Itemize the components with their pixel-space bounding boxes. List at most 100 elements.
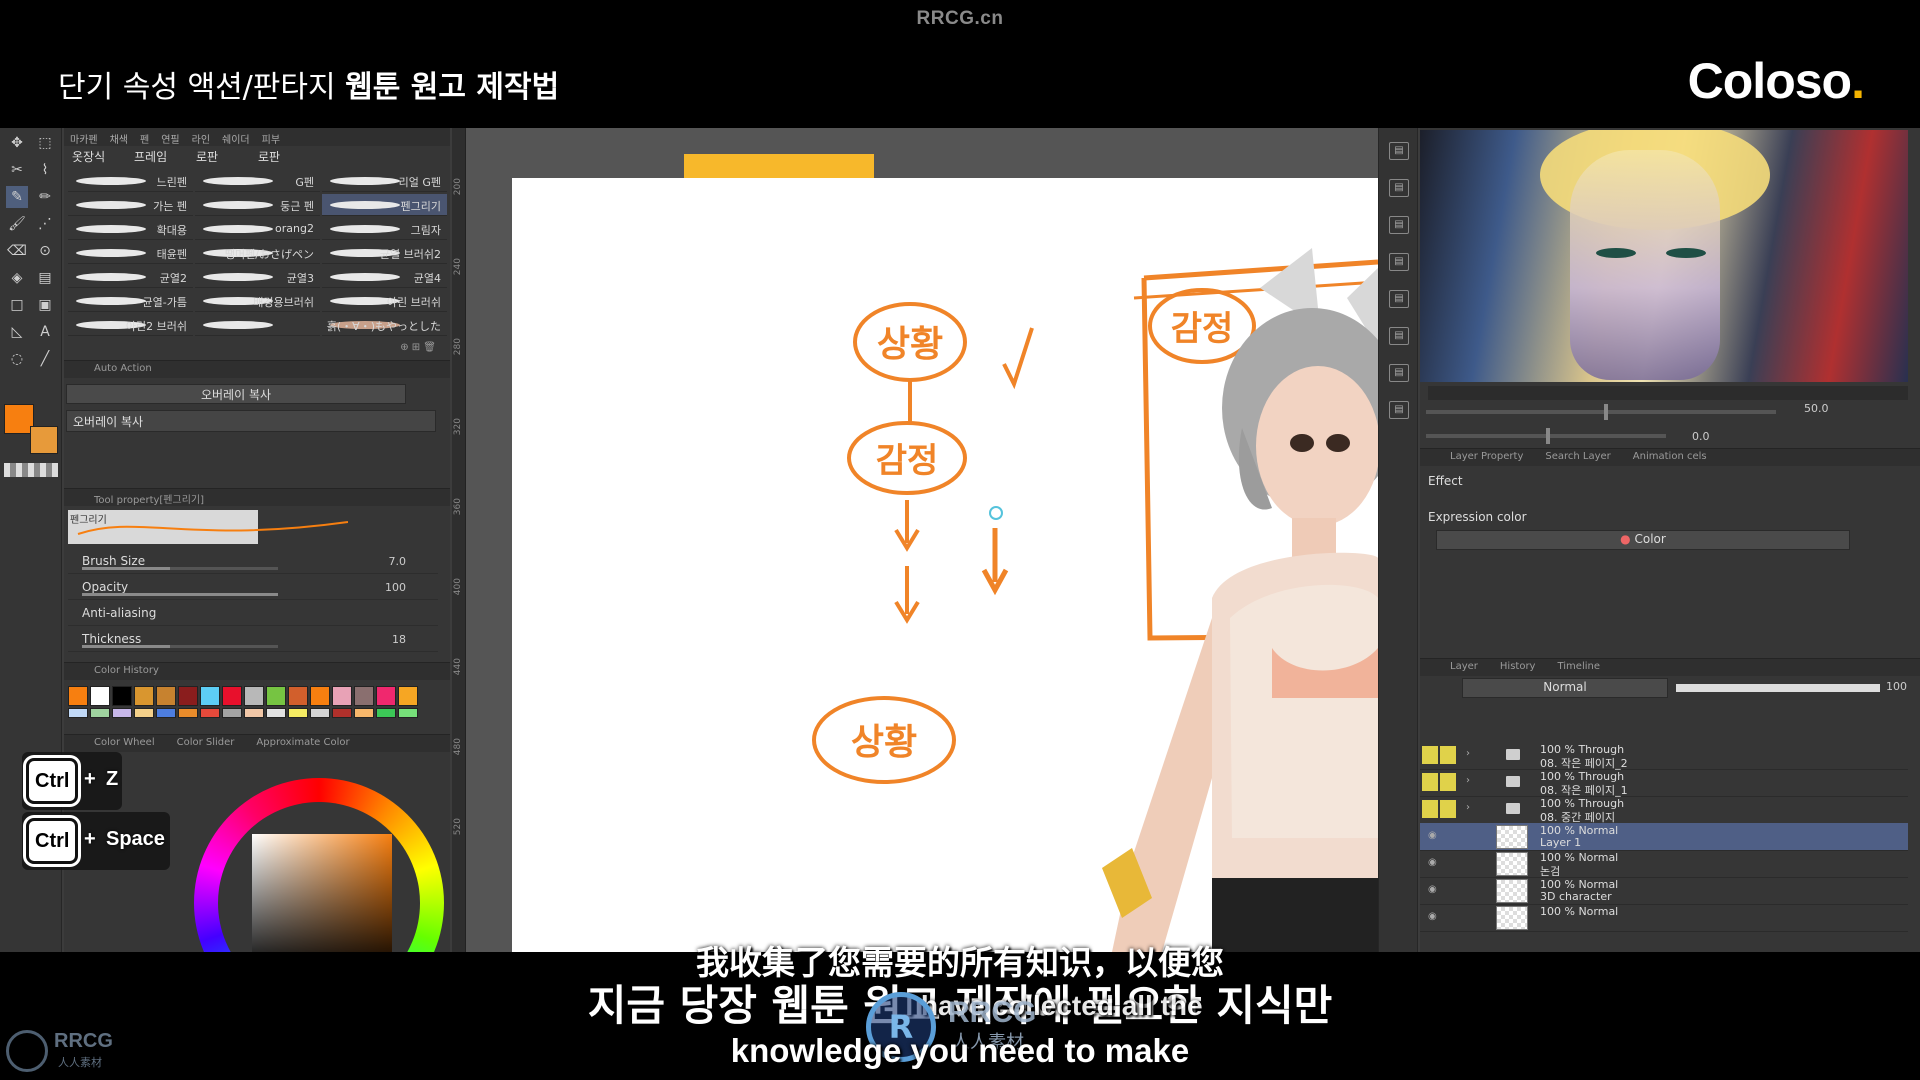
history-swatch[interactable]	[376, 686, 396, 706]
layer-row[interactable]: ◉ 100 % Normal	[1420, 904, 1908, 932]
expression-color-dropdown[interactable]: ● Color	[1436, 530, 1850, 550]
pen-icon[interactable]: ✎	[6, 186, 28, 208]
brush-item[interactable]: 리얼 G펜	[322, 170, 447, 192]
brush-item[interactable]	[195, 314, 320, 336]
history-swatch[interactable]	[68, 686, 88, 706]
gradient-icon[interactable]: ▤	[34, 267, 56, 289]
brush-item[interactable]: 배경용브러쉬	[195, 290, 320, 312]
material-icon[interactable]: ▤	[1389, 216, 1409, 234]
rotate-slider[interactable]	[1426, 428, 1666, 444]
history-swatch[interactable]	[90, 708, 110, 718]
property-value[interactable]: 7.0	[389, 555, 407, 568]
history-swatch[interactable]	[134, 686, 154, 706]
auto-action-set-dropdown[interactable]: 오버레이 복사	[66, 384, 406, 404]
eraser-icon[interactable]: ⌫	[6, 240, 28, 262]
eyedropper-icon[interactable]: ⌇	[34, 159, 56, 181]
tool-property-row[interactable]: Opacity 100	[68, 576, 438, 600]
history-swatch[interactable]	[134, 708, 154, 718]
line-icon[interactable]: ╱	[34, 348, 56, 370]
navigator-icon[interactable]: ▤	[1389, 290, 1409, 308]
sub-view-icon[interactable]: ▤	[1389, 142, 1409, 160]
navigator-scrollbar[interactable]	[1428, 386, 1908, 400]
history-swatch[interactable]	[156, 686, 176, 706]
select-icon[interactable]: ⬚	[34, 132, 56, 154]
history-swatch[interactable]	[398, 686, 418, 706]
history-swatch[interactable]	[310, 708, 330, 718]
panel-tab[interactable]: Color Slider	[177, 737, 235, 748]
layer-row[interactable]: ◉ 100 % Normal 3D character	[1420, 877, 1908, 905]
history-swatch[interactable]	[398, 708, 418, 718]
brush-item[interactable]: 흙(・∀・)もやっとした	[322, 314, 447, 336]
sub-tool-group-tab[interactable]: 연필	[155, 128, 185, 146]
airbrush-icon[interactable]: ⋰	[34, 213, 56, 235]
visibility-eye-icon[interactable]: ◉	[1428, 831, 1440, 841]
expand-icon[interactable]: ›	[1466, 775, 1470, 786]
visibility-eye-icon[interactable]: ◉	[1428, 858, 1440, 868]
history-swatch[interactable]	[332, 686, 352, 706]
history-swatch[interactable]	[112, 708, 132, 718]
history-swatch[interactable]	[288, 708, 308, 718]
transparent-color-swatch[interactable]	[4, 463, 58, 477]
expand-icon[interactable]: ›	[1466, 802, 1470, 813]
brush-item[interactable]: 확대용	[68, 218, 193, 240]
layer-opacity-slider[interactable]	[1676, 684, 1880, 692]
brush-item[interactable]: 둥근 펜	[195, 194, 320, 216]
visibility-eye-icon[interactable]: ◉	[1428, 912, 1440, 922]
panel-tab[interactable]: Layer	[1450, 661, 1478, 672]
layer-row[interactable]: › 100 % Through 08. 작은 페이지_1	[1420, 769, 1908, 797]
brush-item[interactable]: G펜	[195, 170, 320, 192]
property-slider[interactable]	[82, 567, 278, 570]
history-swatch[interactable]	[266, 708, 286, 718]
visibility-eye-icon[interactable]: ◉	[1428, 885, 1440, 895]
sub-tool-group-tab[interactable]: 쉐이더	[216, 128, 256, 146]
history-swatch[interactable]	[156, 708, 176, 718]
brush-item[interactable]: 태윤펜	[68, 242, 193, 264]
history-swatch[interactable]	[354, 686, 374, 706]
history-swatch[interactable]	[222, 686, 242, 706]
tool-property-row[interactable]: Brush Size 7.0	[68, 550, 438, 574]
pencil-icon[interactable]: ✏	[34, 186, 56, 208]
property-value[interactable]: 18	[392, 633, 406, 646]
figure-icon[interactable]: □	[6, 294, 28, 316]
history-swatch[interactable]	[332, 708, 352, 718]
layer-row[interactable]: ◉ 100 % Normal Layer 1	[1420, 823, 1908, 851]
ruler-icon[interactable]: ◺	[6, 321, 28, 343]
history-swatch[interactable]	[200, 708, 220, 718]
move-icon[interactable]: ✥	[6, 132, 28, 154]
sub-tool-tab[interactable]: 프레임	[130, 146, 171, 168]
layer-row[interactable]: › 100 % Through 08. 작은 페이지_2	[1420, 742, 1908, 770]
material-icon[interactable]: ▤	[1389, 179, 1409, 197]
layer-search-icon[interactable]: ▤	[1389, 253, 1409, 271]
sub-tool-tab[interactable]: 로판	[254, 146, 284, 168]
brush-icon[interactable]: 🖌	[6, 213, 28, 235]
brush-item[interactable]: 균열2	[68, 266, 193, 288]
sub-tool-tab[interactable]: 옷장식	[68, 146, 109, 168]
history-swatch[interactable]	[310, 686, 330, 706]
frame-icon[interactable]: ▣	[34, 294, 56, 316]
text-icon[interactable]: A	[34, 321, 56, 343]
property-slider[interactable]	[82, 593, 278, 596]
brush-item[interactable]: 그림자	[322, 218, 447, 240]
panel-tab[interactable]: Color Wheel	[94, 737, 155, 748]
brush-item[interactable]: 느린펜	[68, 170, 193, 192]
navigator-preview[interactable]	[1420, 130, 1908, 382]
sub-tool-group-tab[interactable]: 펜	[134, 128, 155, 146]
brush-item[interactable]: orang2	[195, 218, 320, 240]
history-swatch[interactable]	[354, 708, 374, 718]
brush-item[interactable]: 균열-가틈	[68, 290, 193, 312]
brush-item[interactable]: 아린 브러쉬	[322, 290, 447, 312]
brush-item[interactable]: 균열 브러쉬2	[322, 242, 447, 264]
layer-row[interactable]: › 100 % Through 08. 중간 페이지	[1420, 796, 1908, 824]
sub-tool-tab[interactable]: 로판	[192, 146, 222, 168]
history-swatch[interactable]	[112, 686, 132, 706]
sub-color-swatch[interactable]	[30, 426, 58, 454]
history-swatch[interactable]	[244, 686, 264, 706]
tool-property-row[interactable]: Thickness 18	[68, 628, 438, 652]
artboard[interactable]: 상황 감정 상황 감정	[512, 178, 1378, 952]
history-swatch[interactable]	[200, 686, 220, 706]
brush-item[interactable]: 아린2 브러쉬	[68, 314, 193, 336]
property-slider[interactable]	[82, 645, 278, 648]
panel-tab[interactable]: Animation cels	[1633, 451, 1707, 462]
history-swatch[interactable]	[90, 686, 110, 706]
canvas-area[interactable]: 상황 감정 상황 감정	[466, 128, 1378, 952]
